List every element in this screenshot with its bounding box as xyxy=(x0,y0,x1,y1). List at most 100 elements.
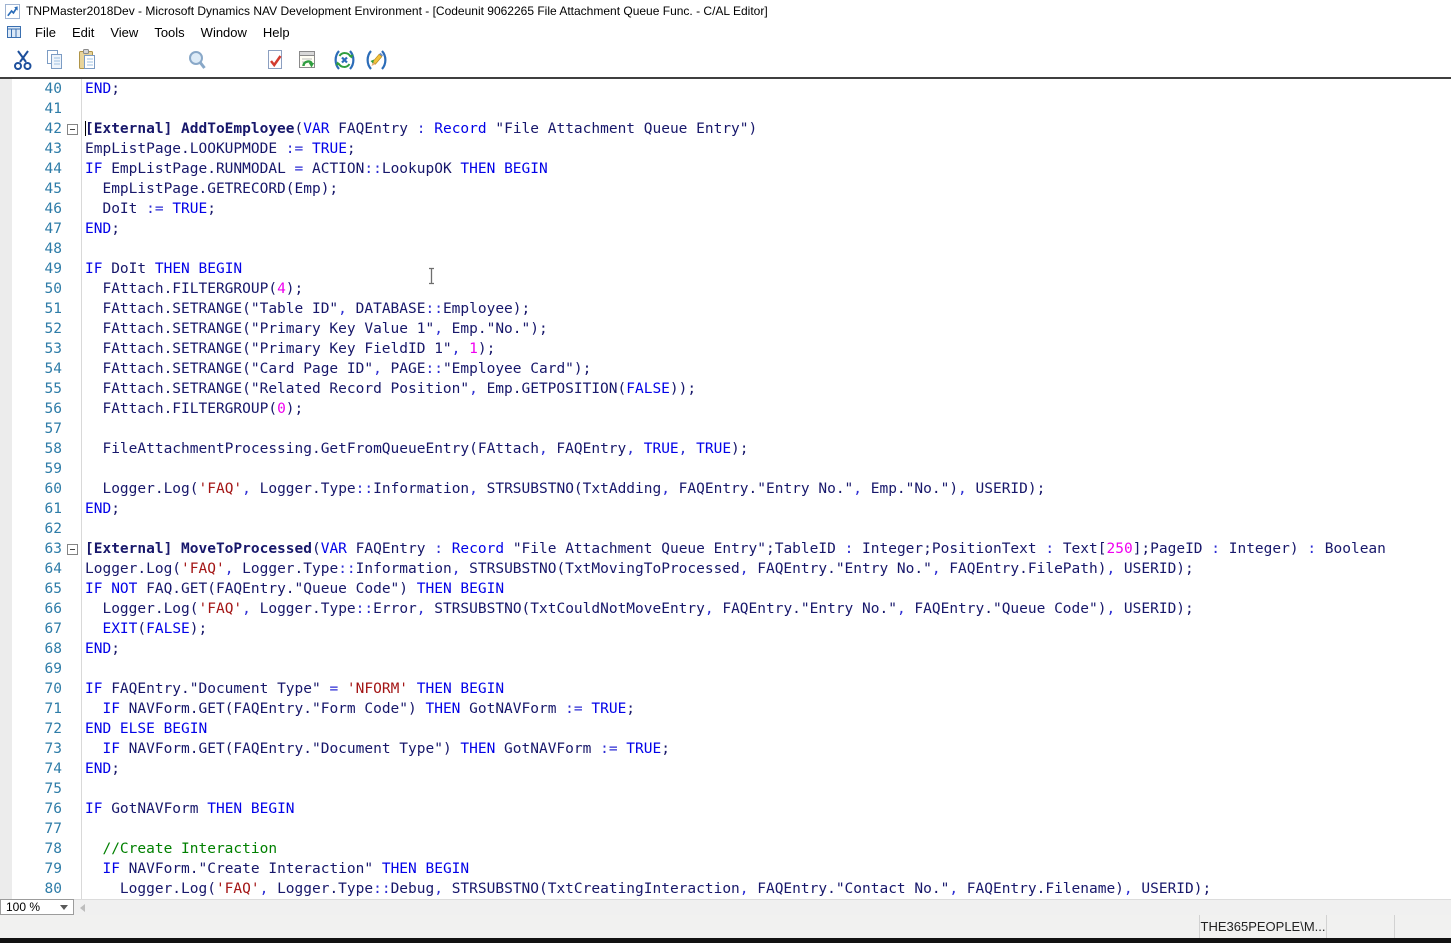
code-line[interactable]: 66 Logger.Log('FAQ', Logger.Type::Error,… xyxy=(0,599,1451,619)
horizontal-scrollbar[interactable] xyxy=(74,899,1451,916)
code-text[interactable]: EXIT(FALSE); xyxy=(82,619,207,639)
code-line[interactable]: 59 xyxy=(0,459,1451,479)
code-line[interactable]: 44IF EmpListPage.RUNMODAL = ACTION::Look… xyxy=(0,159,1451,179)
code-line[interactable]: 47END; xyxy=(0,219,1451,239)
code-line[interactable]: 46 DoIt := TRUE; xyxy=(0,199,1451,219)
code-text[interactable]: FAttach.SETRANGE("Primary Key FieldID 1"… xyxy=(82,339,495,359)
code-line[interactable]: 40END; xyxy=(0,79,1451,99)
symbol-refresh-button[interactable] xyxy=(332,48,357,72)
code-text[interactable]: IF DoIt THEN BEGIN xyxy=(82,259,242,279)
code-text[interactable]: FAttach.FILTERGROUP(0); xyxy=(82,399,303,419)
code-line[interactable]: 58 FileAttachmentProcessing.GetFromQueue… xyxy=(0,439,1451,459)
code-line[interactable]: 60 Logger.Log('FAQ', Logger.Type::Inform… xyxy=(0,479,1451,499)
code-text[interactable]: [External] AddToEmployee(VAR FAQEntry : … xyxy=(82,119,757,139)
code-line[interactable]: 57 xyxy=(0,419,1451,439)
menu-item-file[interactable]: File xyxy=(27,23,64,42)
code-text[interactable]: EmpListPage.LOOKUPMODE := TRUE; xyxy=(82,139,356,159)
code-text[interactable] xyxy=(82,819,85,839)
code-line[interactable]: 77 xyxy=(0,819,1451,839)
code-text[interactable]: END; xyxy=(82,79,120,99)
code-line[interactable]: 64Logger.Log('FAQ', Logger.Type::Informa… xyxy=(0,559,1451,579)
code-line[interactable]: 68END; xyxy=(0,639,1451,659)
code-line[interactable]: 80 Logger.Log('FAQ', Logger.Type::Debug,… xyxy=(0,879,1451,899)
scroll-left-icon[interactable] xyxy=(80,904,85,912)
code-text[interactable] xyxy=(82,99,85,119)
code-line[interactable]: 51 FAttach.SETRANGE("Table ID", DATABASE… xyxy=(0,299,1451,319)
code-line[interactable]: 48 xyxy=(0,239,1451,259)
code-text[interactable]: DoIt := TRUE; xyxy=(82,199,216,219)
menu-item-view[interactable]: View xyxy=(102,23,146,42)
code-text[interactable]: END; xyxy=(82,499,120,519)
check-document-button[interactable] xyxy=(264,48,286,72)
code-text[interactable]: END; xyxy=(82,219,120,239)
code-text[interactable]: //Create Interaction xyxy=(82,839,277,859)
code-text[interactable]: FAttach.FILTERGROUP(4); xyxy=(82,279,303,299)
cut-button[interactable] xyxy=(12,48,34,72)
code-line[interactable]: 61END; xyxy=(0,499,1451,519)
code-text[interactable]: FileAttachmentProcessing.GetFromQueueEnt… xyxy=(82,439,749,459)
fold-gutter[interactable] xyxy=(64,539,82,559)
code-text[interactable]: END ELSE BEGIN xyxy=(82,719,207,739)
code-text[interactable] xyxy=(82,459,85,479)
code-text[interactable] xyxy=(82,779,85,799)
find-button[interactable] xyxy=(186,48,208,72)
code-text[interactable]: IF NAVForm.GET(FAQEntry."Document Type")… xyxy=(82,739,670,759)
code-text[interactable]: Logger.Log('FAQ', Logger.Type::Error, ST… xyxy=(82,599,1194,619)
code-line[interactable]: 79 IF NAVForm."Create Interaction" THEN … xyxy=(0,859,1451,879)
menu-item-edit[interactable]: Edit xyxy=(64,23,102,42)
code-text[interactable] xyxy=(82,239,85,259)
code-line[interactable]: 73 IF NAVForm.GET(FAQEntry."Document Typ… xyxy=(0,739,1451,759)
code-text[interactable]: IF EmpListPage.RUNMODAL = ACTION::Lookup… xyxy=(82,159,548,179)
fold-collapse-box[interactable] xyxy=(67,544,78,555)
code-line[interactable]: 74END; xyxy=(0,759,1451,779)
code-line[interactable]: 75 xyxy=(0,779,1451,799)
code-line[interactable]: 54 FAttach.SETRANGE("Card Page ID", PAGE… xyxy=(0,359,1451,379)
code-text[interactable]: IF NOT FAQ.GET(FAQEntry."Queue Code") TH… xyxy=(82,579,504,599)
code-editor[interactable]: 40END;4142[External] AddToEmployee(VAR F… xyxy=(0,79,1451,899)
code-line[interactable]: 65IF NOT FAQ.GET(FAQEntry."Queue Code") … xyxy=(0,579,1451,599)
code-text[interactable] xyxy=(82,519,85,539)
copy-button[interactable] xyxy=(44,48,66,72)
code-text[interactable]: EmpListPage.GETRECORD(Emp); xyxy=(82,179,338,199)
code-text[interactable]: IF NAVForm."Create Interaction" THEN BEG… xyxy=(82,859,469,879)
code-line[interactable]: 62 xyxy=(0,519,1451,539)
code-line[interactable]: 63[External] MoveToProcessed(VAR FAQEntr… xyxy=(0,539,1451,559)
menu-item-window[interactable]: Window xyxy=(193,23,255,42)
code-text[interactable]: IF GotNAVForm THEN BEGIN xyxy=(82,799,295,819)
run-window-button[interactable] xyxy=(296,48,318,72)
code-text[interactable]: FAttach.SETRANGE("Related Record Positio… xyxy=(82,379,696,399)
code-line[interactable]: 49IF DoIt THEN BEGIN xyxy=(0,259,1451,279)
fold-collapse-box[interactable] xyxy=(67,124,78,135)
menu-item-help[interactable]: Help xyxy=(255,23,298,42)
code-text[interactable]: Logger.Log('FAQ', Logger.Type::Informati… xyxy=(82,479,1045,499)
code-line[interactable]: 55 FAttach.SETRANGE("Related Record Posi… xyxy=(0,379,1451,399)
code-text[interactable]: [External] MoveToProcessed(VAR FAQEntry … xyxy=(82,539,1386,559)
code-line[interactable]: 70IF FAQEntry."Document Type" = 'NFORM' … xyxy=(0,679,1451,699)
code-text[interactable]: FAttach.SETRANGE("Table ID", DATABASE::E… xyxy=(82,299,530,319)
code-text[interactable]: IF FAQEntry."Document Type" = 'NFORM' TH… xyxy=(82,679,504,699)
zoom-level-select[interactable]: 100 % xyxy=(0,899,74,915)
code-text[interactable]: Logger.Log('FAQ', Logger.Type::Debug, ST… xyxy=(82,879,1211,899)
fold-gutter[interactable] xyxy=(64,119,82,139)
code-text[interactable] xyxy=(82,419,85,439)
code-line[interactable]: 72END ELSE BEGIN xyxy=(0,719,1451,739)
code-line[interactable]: 52 FAttach.SETRANGE("Primary Key Value 1… xyxy=(0,319,1451,339)
code-line[interactable]: 69 xyxy=(0,659,1451,679)
code-line[interactable]: 43EmpListPage.LOOKUPMODE := TRUE; xyxy=(0,139,1451,159)
code-line[interactable]: 67 EXIT(FALSE); xyxy=(0,619,1451,639)
code-text[interactable]: FAttach.SETRANGE("Card Page ID", PAGE::"… xyxy=(82,359,591,379)
code-line[interactable]: 56 FAttach.FILTERGROUP(0); xyxy=(0,399,1451,419)
document-window-icon[interactable] xyxy=(7,26,21,38)
code-line[interactable]: 50 FAttach.FILTERGROUP(4); xyxy=(0,279,1451,299)
code-text[interactable]: FAttach.SETRANGE("Primary Key Value 1", … xyxy=(82,319,548,339)
code-line[interactable]: 41 xyxy=(0,99,1451,119)
code-text[interactable] xyxy=(82,659,85,679)
paste-button[interactable] xyxy=(76,48,98,72)
code-line[interactable]: 42[External] AddToEmployee(VAR FAQEntry … xyxy=(0,119,1451,139)
pencil-parens-button[interactable] xyxy=(364,48,389,72)
code-line[interactable]: 53 FAttach.SETRANGE("Primary Key FieldID… xyxy=(0,339,1451,359)
menu-item-tools[interactable]: Tools xyxy=(146,23,192,42)
code-text[interactable]: Logger.Log('FAQ', Logger.Type::Informati… xyxy=(82,559,1194,579)
code-text[interactable]: IF NAVForm.GET(FAQEntry."Form Code") THE… xyxy=(82,699,635,719)
code-text[interactable]: END; xyxy=(82,759,120,779)
